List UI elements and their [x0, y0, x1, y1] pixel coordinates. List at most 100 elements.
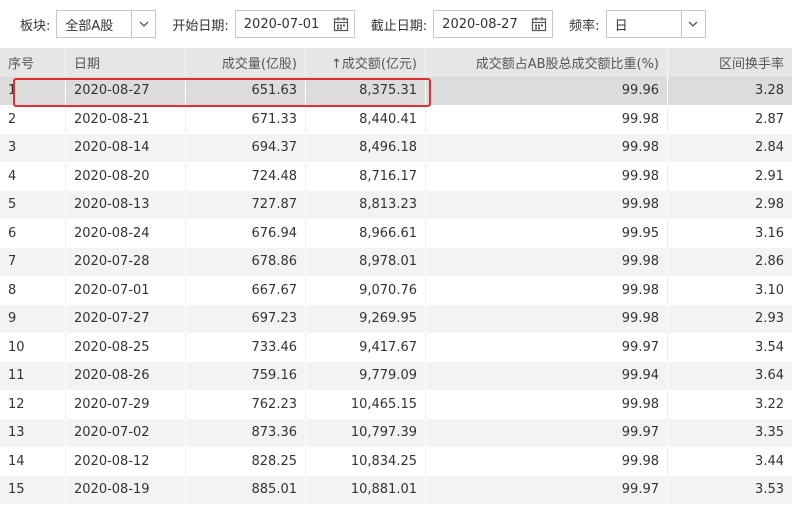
- cell-index: 5: [0, 190, 66, 219]
- table-header: 序号 日期 成交量(亿股) ↑成交额(亿元) 成交额占AB股总成交额比重(%) …: [0, 48, 792, 77]
- start-date-value: 2020-07-01: [243, 16, 320, 32]
- cell-turnover-share: 99.95: [426, 219, 668, 248]
- cell-date: 2020-08-27: [66, 76, 186, 105]
- cell-turnover-rate: 3.16: [755, 225, 784, 241]
- cell-volume: 759.16: [186, 361, 306, 390]
- cell-turnover: 9,779.09: [306, 361, 426, 390]
- cell-volume: 873.36: [186, 418, 306, 447]
- table-row[interactable]: 12 2020-07-29 762.23 10,465.15 99.98 3.22: [0, 390, 792, 419]
- table-row[interactable]: 4 2020-08-20 724.48 8,716.17 99.98 2.91: [0, 162, 792, 191]
- header-volume[interactable]: 成交量(亿股): [186, 48, 306, 77]
- cell-turnover-rate: 3.44: [755, 453, 784, 469]
- cell-turnover: 9,417.67: [306, 333, 426, 362]
- cell-index: 6: [0, 219, 66, 248]
- calendar-icon[interactable]: [328, 11, 354, 37]
- sector-select[interactable]: 全部A股: [56, 10, 157, 38]
- cell-index: 15: [0, 475, 66, 504]
- chevron-down-icon: [680, 11, 705, 37]
- table-row[interactable]: 14 2020-08-12 828.25 10,834.25 99.98 3.44: [0, 447, 792, 476]
- cell-index: 11: [0, 361, 66, 390]
- cell-turnover-share: 99.98: [426, 390, 668, 419]
- cell-volume: 676.94: [186, 219, 306, 248]
- cell-volume: 724.48: [186, 162, 306, 191]
- cell-volume: 651.63: [186, 76, 306, 105]
- cell-turnover: 10,465.15: [306, 390, 426, 419]
- frequency-select[interactable]: 日: [605, 10, 706, 38]
- header-turnover-sorted[interactable]: ↑成交额(亿元): [306, 48, 426, 77]
- cell-turnover-rate: 3.64: [755, 368, 784, 384]
- cell-turnover-share: 99.97: [426, 418, 668, 447]
- cell-date: 2020-07-01: [66, 276, 186, 305]
- cell-turnover: 10,834.25: [306, 447, 426, 476]
- header-date[interactable]: 日期: [66, 48, 186, 77]
- table-body: 1 2020-08-27 651.63 8,375.31 99.96 3.28 2 2020-…: [0, 76, 792, 504]
- end-date-value: 2020-08-27: [442, 16, 518, 32]
- cell-index: 4: [0, 162, 66, 191]
- cell-date: 2020-08-26: [66, 361, 186, 390]
- filter-toolbar: 板块: 全部A股 开始日期: 2020-07-01 截止日期: 2020-08-…: [0, 0, 792, 48]
- cell-date: 2020-08-13: [66, 190, 186, 219]
- cell-turnover-share: 99.98: [426, 190, 668, 219]
- cell-turnover: 10,881.01: [306, 475, 426, 504]
- table-row[interactable]: 9 2020-07-27 697.23 9,269.95 99.98 2.93: [0, 304, 792, 333]
- cell-index: 13: [0, 418, 66, 447]
- cell-volume: 671.33: [186, 105, 306, 134]
- cell-volume: 762.23: [186, 390, 306, 419]
- cell-turnover-rate: 2.84: [755, 140, 784, 156]
- table-row[interactable]: 13 2020-07-02 873.36 10,797.39 99.97 3.35: [0, 418, 792, 447]
- trading-table: 序号 日期 成交量(亿股) ↑成交额(亿元) 成交额占AB股总成交额比重(%) …: [0, 48, 792, 504]
- table-row[interactable]: 2 2020-08-21 671.33 8,440.41 99.98 2.87: [0, 105, 792, 134]
- cell-volume: 697.23: [186, 304, 306, 333]
- cell-date: 2020-08-25: [66, 333, 186, 362]
- cell-volume: 733.46: [186, 333, 306, 362]
- table-row[interactable]: 15 2020-08-19 885.01 10,881.01 99.97 3.53: [0, 475, 792, 504]
- header-index[interactable]: 序号: [0, 48, 66, 77]
- cell-turnover: 8,375.31: [306, 76, 426, 105]
- table-row[interactable]: 8 2020-07-01 667.67 9,070.76 99.98 3.10: [0, 276, 792, 305]
- cell-index: 12: [0, 390, 66, 419]
- start-date-input[interactable]: 2020-07-01: [234, 10, 355, 38]
- end-date-input[interactable]: 2020-08-27: [433, 10, 554, 38]
- cell-turnover-rate: 3.10: [755, 282, 784, 298]
- cell-index: 2: [0, 105, 66, 134]
- cell-turnover-share: 99.96: [426, 76, 668, 105]
- table-row[interactable]: 10 2020-08-25 733.46 9,417.67 99.97 3.54: [0, 333, 792, 362]
- cell-volume: 828.25: [186, 447, 306, 476]
- calendar-icon[interactable]: [526, 11, 552, 37]
- cell-turnover-rate: 2.98: [755, 197, 784, 213]
- cell-volume: 694.37: [186, 133, 306, 162]
- cell-date: 2020-07-29: [66, 390, 186, 419]
- end-date-label: 截止日期:: [370, 18, 428, 34]
- cell-index: 10: [0, 333, 66, 362]
- cell-volume: 678.86: [186, 247, 306, 276]
- table-row[interactable]: 1 2020-08-27 651.63 8,375.31 99.96 3.28: [0, 76, 792, 105]
- table-row[interactable]: 6 2020-08-24 676.94 8,966.61 99.95 3.16: [0, 219, 792, 248]
- table-row[interactable]: 7 2020-07-28 678.86 8,978.01 99.98 2.86: [0, 247, 792, 276]
- header-turnover-rate[interactable]: 区间换手率: [668, 48, 792, 77]
- cell-turnover-rate: 2.87: [755, 111, 784, 127]
- cell-turnover: 9,269.95: [306, 304, 426, 333]
- cell-turnover: 8,978.01: [306, 247, 426, 276]
- cell-turnover-rate: 2.86: [755, 254, 784, 270]
- cell-turnover-share: 99.97: [426, 333, 668, 362]
- cell-turnover-rate: 3.35: [755, 425, 784, 441]
- cell-turnover-rate: 3.22: [755, 396, 784, 412]
- header-turnover-share[interactable]: 成交额占AB股总成交额比重(%): [426, 48, 668, 77]
- cell-date: 2020-07-28: [66, 247, 186, 276]
- cell-turnover-share: 99.98: [426, 162, 668, 191]
- cell-turnover-share: 99.98: [426, 133, 668, 162]
- cell-turnover: 8,966.61: [306, 219, 426, 248]
- cell-index: 7: [0, 247, 66, 276]
- frequency-select-value: 日: [614, 18, 628, 34]
- cell-turnover-share: 99.98: [426, 304, 668, 333]
- cell-index: 1: [0, 76, 66, 105]
- cell-volume: 667.67: [186, 276, 306, 305]
- cell-date: 2020-08-12: [66, 447, 186, 476]
- table-row[interactable]: 5 2020-08-13 727.87 8,813.23 99.98 2.98: [0, 190, 792, 219]
- cell-turnover-share: 99.98: [426, 105, 668, 134]
- table-row[interactable]: 11 2020-08-26 759.16 9,779.09 99.94 3.64: [0, 361, 792, 390]
- cell-index: 14: [0, 447, 66, 476]
- frequency-label: 频率:: [569, 18, 600, 34]
- start-date-label: 开始日期:: [172, 18, 229, 34]
- table-row[interactable]: 3 2020-08-14 694.37 8,496.18 99.98 2.84: [0, 133, 792, 162]
